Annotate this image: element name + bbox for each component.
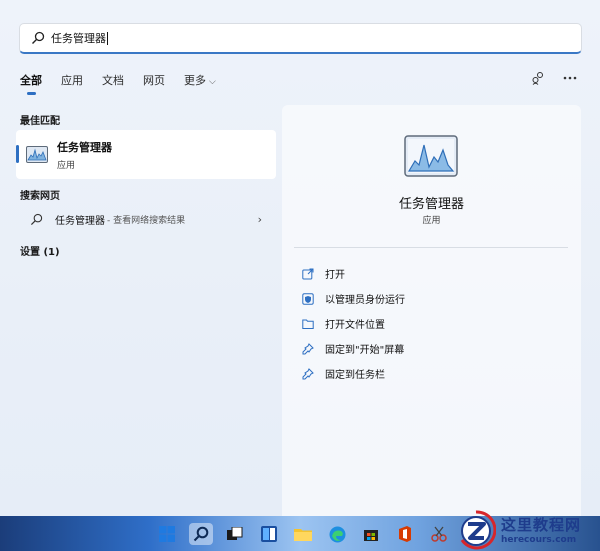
chevron-down-icon: ⌵ <box>209 77 216 87</box>
search-icon <box>193 526 209 542</box>
start-search-panel: 任务管理器 全部 应用 文档 网页 更多 ⌵ 最佳匹配 任务管理器 应用 搜索网… <box>0 0 600 516</box>
more-options-icon[interactable] <box>562 70 578 86</box>
best-match-heading: 最佳匹配 <box>20 116 60 127</box>
task-view-button[interactable] <box>223 523 247 545</box>
preview-type: 应用 <box>422 216 441 226</box>
pin-icon <box>302 367 314 379</box>
web-result-suffix: - 查看网络搜索结果 <box>107 215 186 226</box>
tab-web[interactable]: 网页 <box>143 72 165 88</box>
pin-icon <box>302 342 314 354</box>
action-label: 固定到"开始"屏幕 <box>325 345 405 356</box>
web-search-heading: 搜索网页 <box>20 191 60 202</box>
web-search-result[interactable]: 任务管理器 - 查看网络搜索结果 › <box>20 208 276 230</box>
tab-more-label: 更多 <box>184 74 206 87</box>
task-manager-icon <box>26 146 48 163</box>
search-icon <box>30 213 43 225</box>
action-label: 以管理员身份运行 <box>325 295 405 306</box>
shield-icon <box>302 292 314 305</box>
edge-button[interactable] <box>325 523 349 545</box>
folder-icon <box>302 319 314 329</box>
action-run-as-admin[interactable]: 以管理员身份运行 <box>302 286 405 311</box>
edge-browser-icon <box>329 526 345 542</box>
top-right-actions <box>530 70 578 86</box>
open-external-icon <box>302 268 314 279</box>
action-pin-to-taskbar[interactable]: 固定到任务栏 <box>302 361 405 386</box>
search-icon <box>32 31 45 44</box>
task-view-icon <box>227 527 243 540</box>
tab-documents[interactable]: 文档 <box>102 72 124 88</box>
best-match-name: 任务管理器 <box>57 140 112 154</box>
text-caret <box>107 31 108 45</box>
tab-apps[interactable]: 应用 <box>61 72 83 88</box>
chevron-right-icon[interactable]: › <box>258 213 262 226</box>
preview-pane: 任务管理器 应用 打开 以管理员身份运行 打开文件位置 固定到"开始"屏幕 固定… <box>282 105 581 516</box>
tab-more[interactable]: 更多 ⌵ <box>184 72 216 88</box>
taskbar-icons <box>155 523 451 545</box>
account-switch-icon[interactable] <box>530 70 546 86</box>
store-bag-icon <box>364 530 378 541</box>
action-pin-to-start[interactable]: 固定到"开始"屏幕 <box>302 336 405 361</box>
office-icon <box>399 526 411 542</box>
site-logo-icon <box>460 509 496 549</box>
site-watermark: 这里教程网 herecours.com <box>456 508 600 551</box>
widgets-button[interactable] <box>257 523 281 545</box>
action-label: 打开文件位置 <box>325 320 385 331</box>
office-button[interactable] <box>393 523 417 545</box>
web-result-title: 任务管理器 <box>55 215 105 227</box>
store-button[interactable] <box>359 523 383 545</box>
action-open-file-location[interactable]: 打开文件位置 <box>302 311 405 336</box>
action-open[interactable]: 打开 <box>302 261 405 286</box>
best-match-type: 应用 <box>57 160 76 171</box>
search-box[interactable]: 任务管理器 <box>19 23 582 54</box>
action-label: 打开 <box>325 270 345 281</box>
start-button[interactable] <box>155 523 179 545</box>
search-input[interactable]: 任务管理器 <box>51 30 106 46</box>
divider <box>294 247 568 248</box>
settings-heading[interactable]: 设置 (1) <box>20 243 60 258</box>
watermark-title: 这里教程网 <box>501 516 582 534</box>
folder-icon <box>294 529 312 541</box>
filter-tabs: 全部 应用 文档 网页 更多 ⌵ <box>20 72 235 96</box>
file-explorer-button[interactable] <box>291 523 315 545</box>
widgets-icon <box>261 526 277 542</box>
snipping-tool-button[interactable] <box>427 523 451 545</box>
best-match-result[interactable]: 任务管理器 应用 <box>16 130 276 179</box>
windows-logo-icon <box>159 526 175 542</box>
taskbar-search-button[interactable] <box>189 523 213 545</box>
preview-actions: 打开 以管理员身份运行 打开文件位置 固定到"开始"屏幕 固定到任务栏 <box>302 261 405 386</box>
scissors-icon <box>431 526 447 542</box>
action-label: 固定到任务栏 <box>325 370 385 381</box>
watermark-url: herecours.com <box>501 535 577 545</box>
tab-all[interactable]: 全部 <box>20 72 42 95</box>
task-manager-large-icon <box>404 135 458 177</box>
selection-indicator <box>16 145 19 163</box>
preview-title: 任务管理器 <box>398 197 464 212</box>
